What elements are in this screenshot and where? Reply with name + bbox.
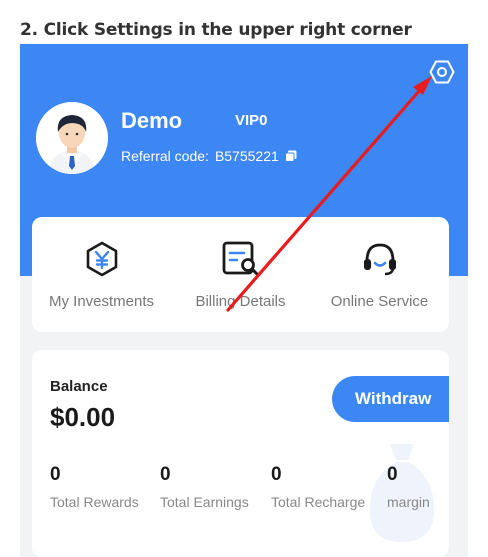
bill-search-icon — [222, 241, 258, 276]
balance-card: Balance $0.00 Withdraw 0 Total Rewards 0… — [32, 350, 449, 557]
stat-total-recharge: 0 Total Recharge — [271, 464, 365, 510]
referral-code: B5755221 — [214, 148, 279, 164]
stat-value: 0 — [271, 464, 282, 485]
menu-item-my-investments[interactable]: My Investments — [32, 217, 171, 332]
stat-value: 0 — [160, 464, 171, 485]
stat-value: 0 — [50, 464, 61, 485]
stat-label: Total Rewards — [50, 494, 139, 510]
username: Demo — [121, 108, 183, 133]
copy-icon[interactable] — [284, 150, 297, 162]
menu-item-label: Billing Details — [195, 293, 286, 310]
referral-label: Referral code: — [121, 148, 209, 164]
menu-item-label: My Investments — [48, 293, 155, 310]
app-screen: Demo VIP0 Referral code: B5755221 My Inv… — [20, 44, 468, 557]
stat-label: margin — [387, 494, 430, 510]
menu-item-label: Online Service — [330, 293, 429, 310]
quick-menu-card: My Investments Billing Details Online Se… — [32, 217, 449, 332]
yuan-hexagon-icon — [86, 241, 117, 277]
avatar — [36, 102, 108, 174]
menu-item-online-service[interactable]: Online Service — [310, 217, 449, 332]
settings-button[interactable] — [428, 58, 456, 86]
stat-value: 0 — [387, 464, 398, 485]
stat-margin: 0 margin — [387, 464, 430, 510]
balance-amount: $0.00 — [50, 402, 116, 432]
instruction-title: 2. Click Settings in the upper right cor… — [20, 20, 412, 40]
headset-icon — [363, 243, 396, 276]
settings-icon — [429, 60, 455, 84]
withdraw-button[interactable]: Withdraw — [332, 376, 449, 422]
menu-item-billing-details[interactable]: Billing Details — [171, 217, 310, 332]
vip-badge: VIP0 — [235, 112, 268, 129]
balance-label: Balance — [50, 378, 108, 395]
stat-label: Total Earnings — [160, 494, 249, 510]
stat-label: Total Recharge — [271, 494, 366, 510]
stat-total-rewards: 0 Total Rewards — [50, 464, 139, 510]
referral-row: Referral code: B5755221 — [121, 148, 297, 164]
stat-total-earnings: 0 Total Earnings — [160, 464, 249, 510]
